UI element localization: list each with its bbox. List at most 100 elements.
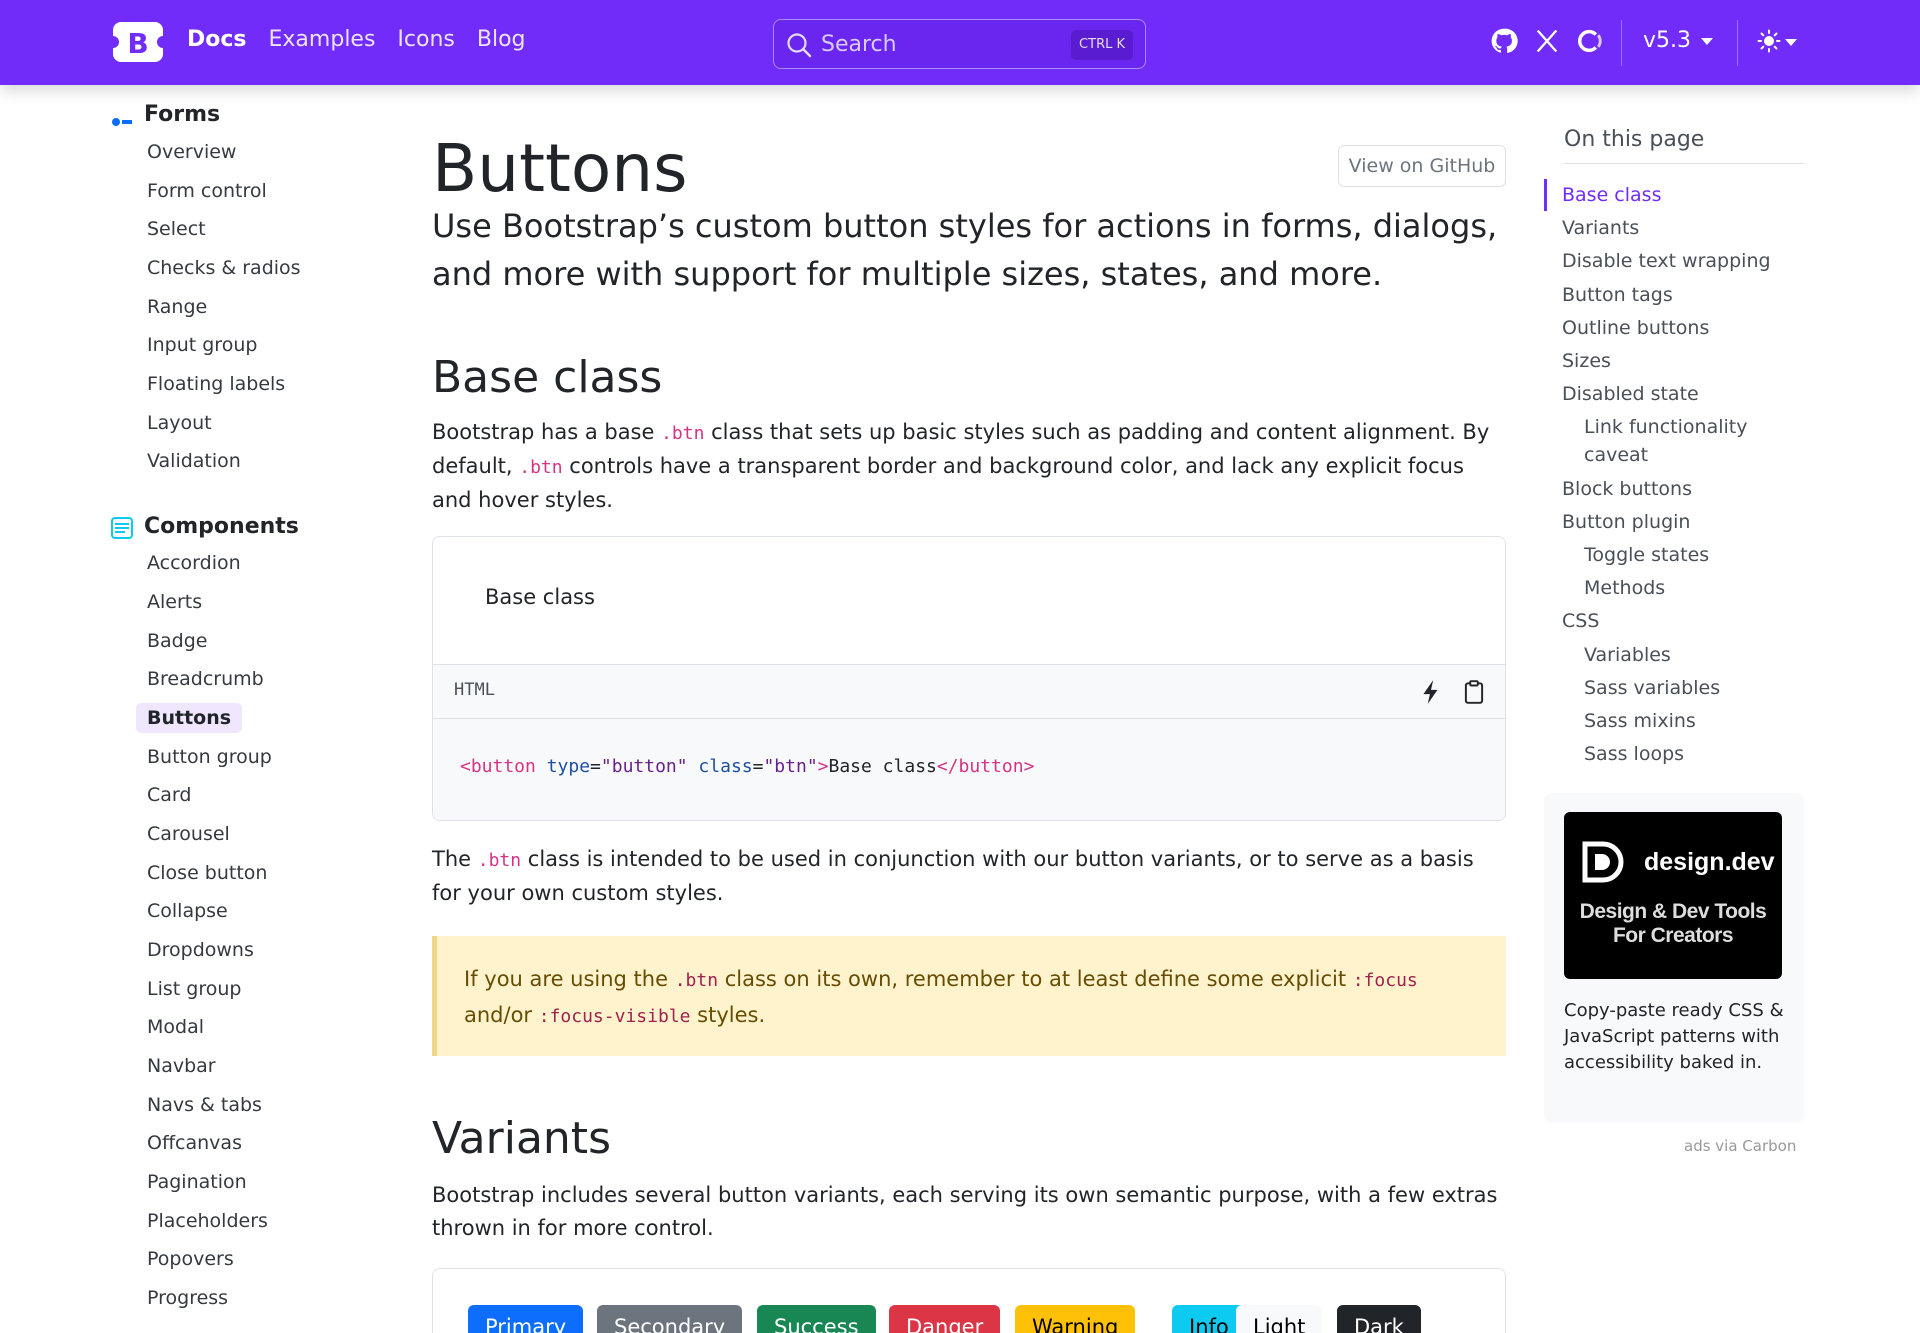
toc-item[interactable]: Sass loops: [1584, 740, 1684, 768]
sidebar-item-close-button[interactable]: Close button: [147, 862, 267, 884]
variant-button-warning[interactable]: Warning: [1015, 1305, 1136, 1333]
x-twitter-icon[interactable]: [1533, 27, 1561, 55]
search-input[interactable]: Search CTRL K: [773, 19, 1146, 69]
search-shortcut: CTRL K: [1071, 30, 1133, 60]
code-example: Base class HTML <button type="button" cl…: [432, 536, 1506, 821]
example-base-button[interactable]: Base class: [485, 585, 595, 609]
toc-item[interactable]: Disable text wrapping: [1562, 247, 1771, 275]
nav-examples[interactable]: Examples: [269, 27, 376, 52]
sidebar-item-navs-tabs[interactable]: Navs & tabs: [147, 1094, 262, 1116]
sidebar-item-progress[interactable]: Progress: [147, 1287, 228, 1309]
toc-item[interactable]: Methods: [1584, 574, 1665, 602]
toc-item[interactable]: Variables: [1584, 641, 1671, 669]
sidebar-item-navbar[interactable]: Navbar: [147, 1055, 216, 1077]
toc-item[interactable]: Variants: [1562, 214, 1639, 242]
sidebar-item-accordion[interactable]: Accordion: [147, 552, 241, 574]
brand-letter: B: [127, 27, 148, 60]
sidebar-item-range[interactable]: Range: [147, 296, 207, 318]
nav-icons[interactable]: Icons: [397, 27, 454, 52]
components-icon: [111, 517, 133, 539]
navbar-divider: [1737, 20, 1738, 66]
toc-item[interactable]: Button plugin: [1562, 508, 1690, 536]
sidebar-item-floating-labels[interactable]: Floating labels: [147, 373, 285, 395]
sidebar-item-badge[interactable]: Badge: [147, 630, 208, 652]
sidebar-item-offcanvas[interactable]: Offcanvas: [147, 1132, 242, 1154]
sidebar-item-pagination[interactable]: Pagination: [147, 1171, 247, 1193]
forms-icon: [112, 118, 132, 126]
sidebar-item-collapse[interactable]: Collapse: [147, 900, 228, 922]
design-dev-logo-icon: [1582, 841, 1624, 883]
sidebar-item-list-group[interactable]: List group: [147, 978, 241, 1000]
inline-code: .btn: [674, 970, 719, 991]
sidebar-item-buttons[interactable]: Buttons: [136, 703, 243, 733]
inline-code: .btn: [477, 850, 522, 871]
clipboard-icon[interactable]: [1461, 679, 1487, 705]
variant-button-info[interactable]: Info: [1172, 1305, 1246, 1333]
toc-title: On this page: [1564, 127, 1705, 152]
variant-button-secondary[interactable]: Secondary: [597, 1305, 743, 1333]
lightning-icon[interactable]: [1418, 679, 1444, 705]
variant-button-dark[interactable]: Dark: [1337, 1305, 1421, 1333]
main-content: Buttons View on GitHub Use Bootstrap’s c…: [432, 85, 1506, 1333]
carbon-ad[interactable]: design.dev Design & Dev Tools For Creator…: [1544, 793, 1804, 1123]
sidebar-item-popovers[interactable]: Popovers: [147, 1248, 234, 1270]
toc-item-continuation[interactable]: caveat: [1584, 441, 1648, 469]
variants-paragraph: Bootstrap includes several button varian…: [432, 1183, 1498, 1240]
inline-code: .btn: [661, 423, 705, 444]
chevron-down-icon: [1701, 37, 1714, 45]
ads-via-carbon-link[interactable]: ads via Carbon: [1684, 1137, 1796, 1155]
toc-item[interactable]: Base class: [1562, 181, 1661, 209]
sidebar-item-overview[interactable]: Overview: [147, 141, 236, 163]
toc-item[interactable]: Sass variables: [1584, 674, 1720, 702]
sidebar-group-components: Components: [144, 514, 299, 539]
nav-docs[interactable]: Docs: [187, 27, 247, 52]
toc-item[interactable]: Toggle states: [1584, 541, 1709, 569]
base-class-paragraph: Bootstrap has a base .btn class that set…: [432, 420, 1490, 512]
sidebar-item-checks-radios[interactable]: Checks & radios: [147, 257, 301, 279]
view-on-github-button[interactable]: View on GitHub: [1338, 145, 1506, 187]
variant-button-primary[interactable]: Primary: [468, 1305, 584, 1333]
toc-item[interactable]: Sizes: [1562, 347, 1611, 375]
ad-image[interactable]: design.dev Design & Dev Tools For Creator…: [1564, 812, 1782, 979]
section-heading-base-class: Base class: [432, 352, 663, 403]
sidebar-item-layout[interactable]: Layout: [147, 412, 212, 434]
navbar-divider: [1621, 20, 1622, 66]
theme-toggle[interactable]: [1757, 29, 1803, 57]
sidebar-item-card[interactable]: Card: [147, 784, 191, 806]
search-icon: [787, 33, 812, 58]
variant-button-light[interactable]: Light: [1236, 1305, 1323, 1333]
ad-text[interactable]: Copy-paste ready CSS & JavaScript patter…: [1564, 998, 1789, 1076]
variant-button-success[interactable]: Success: [757, 1305, 876, 1333]
sidebar-item-placeholders[interactable]: Placeholders: [147, 1210, 268, 1232]
sidebar-item-select[interactable]: Select: [147, 218, 206, 240]
toc-item[interactable]: Sass mixins: [1584, 707, 1696, 735]
sidebar-item-validation[interactable]: Validation: [147, 450, 241, 472]
ad-tagline: Design & Dev Tools For Creators: [1579, 900, 1767, 947]
code-language-label: HTML: [454, 680, 495, 700]
toc-item[interactable]: Disabled state: [1562, 380, 1699, 408]
toc-item[interactable]: Outline buttons: [1562, 314, 1709, 342]
page-title: Buttons: [432, 130, 688, 207]
sidebar-item-carousel[interactable]: Carousel: [147, 823, 230, 845]
sidebar-item-modal[interactable]: Modal: [147, 1016, 204, 1038]
sidebar-item-breadcrumb[interactable]: Breadcrumb: [147, 668, 264, 690]
sidebar-item-button-group[interactable]: Button group: [147, 746, 272, 768]
sidebar-item-alerts[interactable]: Alerts: [147, 591, 202, 613]
variant-button-danger[interactable]: Danger: [889, 1305, 1001, 1333]
version-dropdown[interactable]: v5.3: [1643, 28, 1714, 53]
toc-item[interactable]: Button tags: [1562, 281, 1673, 309]
opencollective-icon[interactable]: [1576, 27, 1604, 55]
bootstrap-logo-icon[interactable]: B: [111, 20, 165, 64]
sidebar-group-forms: Forms: [144, 102, 221, 127]
toc-active-indicator: [1544, 179, 1547, 211]
navbar: B Docs Examples Icons Blog Search CTRL K…: [0, 0, 1920, 85]
toc-item[interactable]: Link functionality: [1584, 413, 1747, 441]
toc-item[interactable]: CSS: [1562, 607, 1599, 635]
nav-blog[interactable]: Blog: [477, 27, 526, 52]
sidebar-item-dropdowns[interactable]: Dropdowns: [147, 939, 254, 961]
section-heading-variants: Variants: [432, 1113, 611, 1164]
sidebar-item-form-control[interactable]: Form control: [147, 180, 267, 202]
github-icon[interactable]: [1490, 27, 1518, 55]
sidebar-item-input-group[interactable]: Input group: [147, 334, 257, 356]
toc-item[interactable]: Block buttons: [1562, 475, 1692, 503]
